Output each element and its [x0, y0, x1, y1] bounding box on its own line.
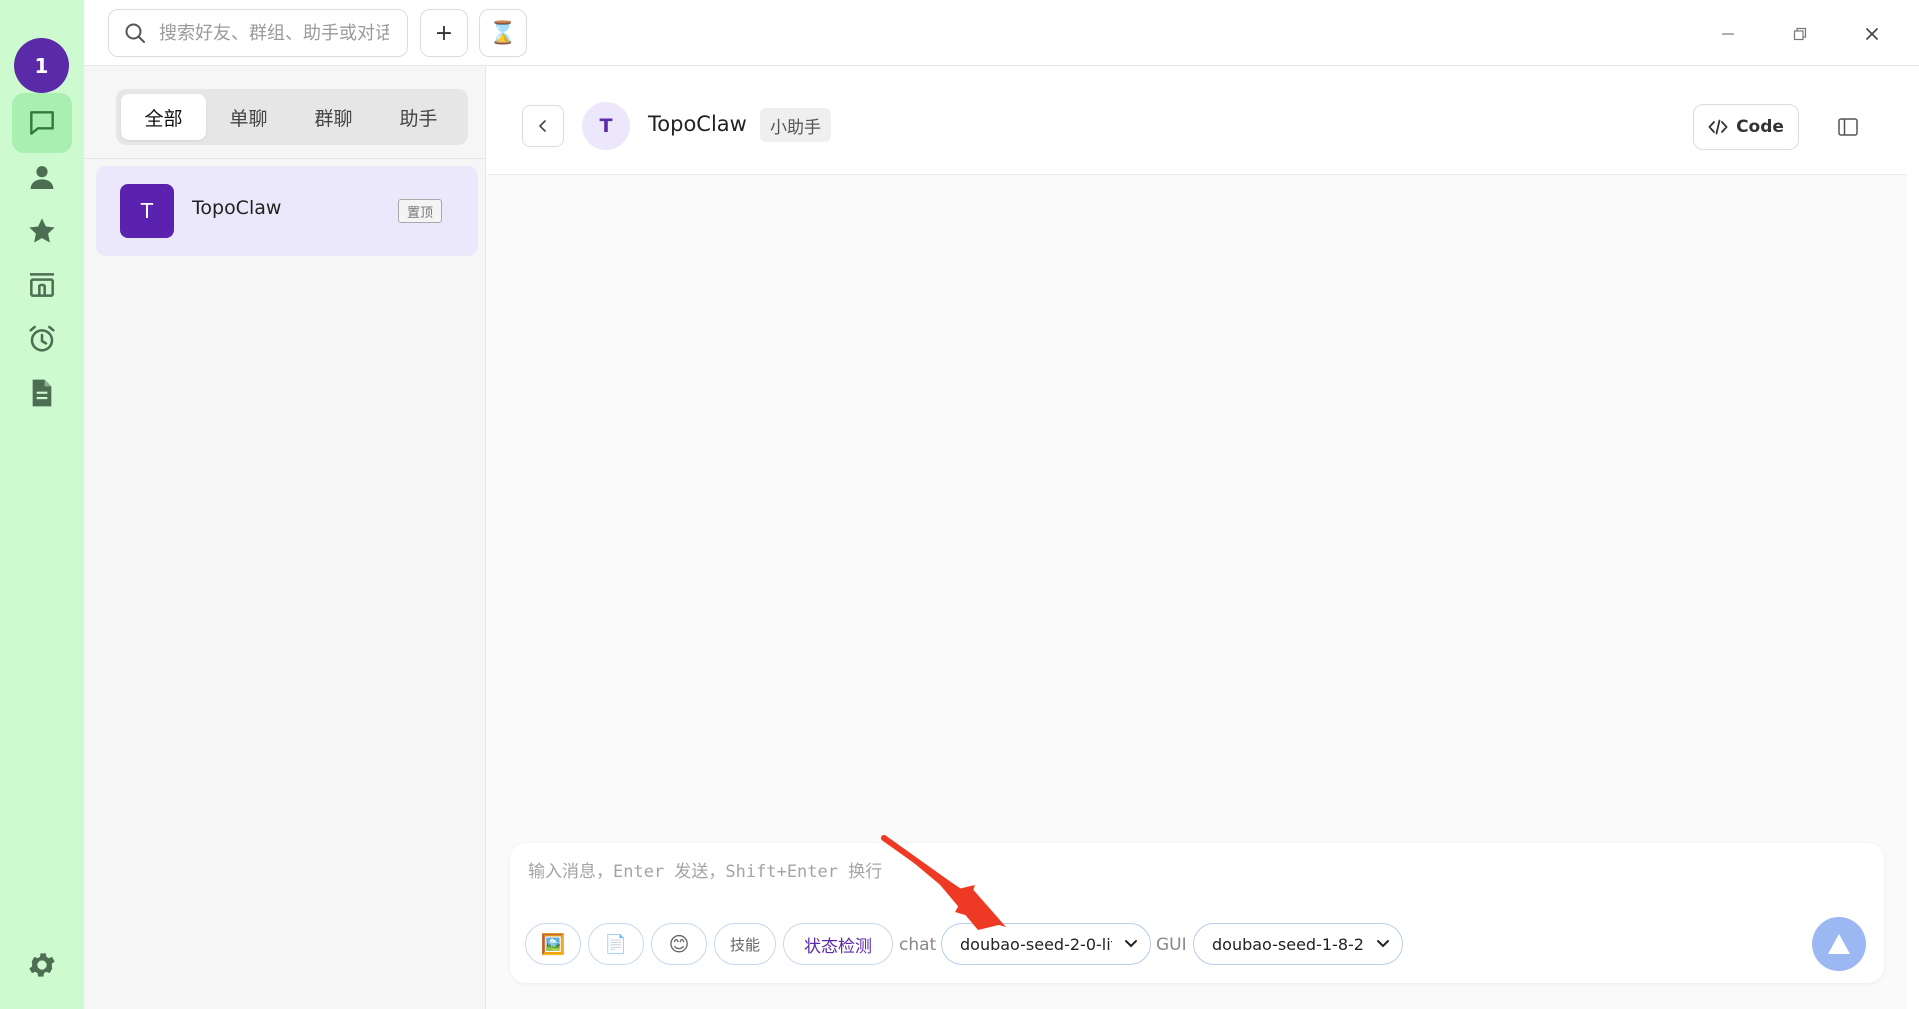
list-divider [84, 158, 486, 159]
document-icon [32, 379, 52, 407]
nav-favorites[interactable] [12, 201, 72, 261]
nav-settings[interactable] [12, 935, 72, 995]
star-icon [29, 218, 55, 243]
search-icon [125, 23, 145, 43]
skills-button[interactable]: 技能 [714, 923, 776, 965]
insert-image-button[interactable]: 🖼️ [525, 923, 581, 965]
chevron-left-icon [538, 120, 546, 132]
chat-model-select[interactable]: doubao-seed-2-0-lite [941, 923, 1151, 965]
send-arrow-icon [1828, 934, 1850, 954]
user-avatar[interactable]: 1 [14, 38, 69, 93]
tab-all[interactable]: 全部 [121, 94, 206, 140]
peer-name: TopoClaw [648, 112, 747, 136]
peer-role-tag: 小助手 [760, 108, 831, 142]
conversation-filter-tabs: 全部 单聊 群聊 助手 [116, 89, 468, 145]
chat-model-label: chat [899, 935, 937, 955]
close-button[interactable] [1854, 16, 1890, 52]
conversation-avatar: T [120, 184, 174, 238]
attach-file-button[interactable]: 📄 [588, 923, 644, 965]
tab-assistants[interactable]: 助手 [376, 94, 461, 140]
gui-model-select[interactable]: doubao-seed-1-8-2 [1193, 923, 1403, 965]
tab-direct[interactable]: 单聊 [206, 94, 291, 140]
nav-rail: 1 [0, 0, 84, 1009]
sidebar-panel-icon [1838, 118, 1858, 136]
emoji-icon: 😊 [668, 932, 690, 956]
back-button[interactable] [522, 105, 564, 147]
alarm-icon [29, 325, 55, 352]
search-box[interactable] [108, 9, 408, 57]
search-input[interactable] [159, 22, 389, 44]
tab-groups[interactable]: 群聊 [291, 94, 376, 140]
minimize-button[interactable] [1710, 16, 1746, 52]
file-icon: 📄 [604, 933, 628, 955]
close-icon [1865, 27, 1879, 41]
conversation-item-topoclaw[interactable]: T TopoClaw 置顶 [96, 166, 478, 256]
nav-chat[interactable] [12, 93, 72, 153]
top-bar: + ⌛ [84, 0, 1919, 66]
chat-header: T TopoClaw 小助手 Code [487, 66, 1907, 175]
chevron-down-icon [1377, 940, 1389, 948]
chat-icon [30, 111, 54, 135]
chevron-down-icon [1125, 940, 1137, 948]
minimize-icon [1722, 33, 1734, 35]
image-icon: 🖼️ [540, 932, 566, 956]
code-button-label: Code [1736, 117, 1784, 137]
chat-area: T TopoClaw 小助手 Code 🖼️ 📄 [487, 66, 1907, 1009]
status-check-button[interactable]: 状态检测 [783, 923, 893, 965]
hourglass-icon: ⌛ [489, 20, 517, 46]
conversation-list-panel: 全部 单聊 群聊 助手 T TopoClaw 置顶 [84, 66, 486, 1009]
emoji-button[interactable]: 😊 [651, 923, 707, 965]
message-composer: 🖼️ 📄 😊 技能 状态检测 chat doubao-seed-2-0-lite… [510, 843, 1884, 983]
add-button[interactable]: + [420, 9, 468, 57]
nav-documents[interactable] [12, 363, 72, 423]
send-button[interactable] [1812, 917, 1866, 971]
nav-contacts[interactable] [12, 147, 72, 207]
timer-button[interactable]: ⌛ [479, 9, 527, 57]
plus-icon: + [434, 20, 454, 46]
app-window: 1 搜索好友、群组、助手或对话 + ⌛ 全部 单聊 群聊 助手 T TopoCl… [0, 0, 1919, 1009]
restore-button[interactable] [1782, 16, 1818, 52]
peer-avatar: T [582, 102, 630, 150]
gui-model-label: GUI [1156, 935, 1187, 955]
toggle-side-panel-button[interactable] [1833, 112, 1863, 142]
nav-alarms[interactable] [12, 309, 72, 369]
contacts-icon [30, 166, 54, 189]
code-icon [1708, 119, 1728, 135]
chat-model-value: doubao-seed-2-0-lite [960, 934, 1112, 954]
code-button[interactable]: Code [1693, 104, 1799, 150]
conversation-name: TopoClaw [192, 197, 282, 219]
nav-store[interactable] [12, 255, 72, 315]
restore-icon [1793, 27, 1807, 41]
store-icon [30, 273, 54, 297]
gear-icon [29, 953, 55, 977]
gui-model-value: doubao-seed-1-8-2 [1212, 934, 1364, 954]
pinned-badge: 置顶 [398, 199, 442, 223]
message-input[interactable] [528, 857, 1778, 901]
